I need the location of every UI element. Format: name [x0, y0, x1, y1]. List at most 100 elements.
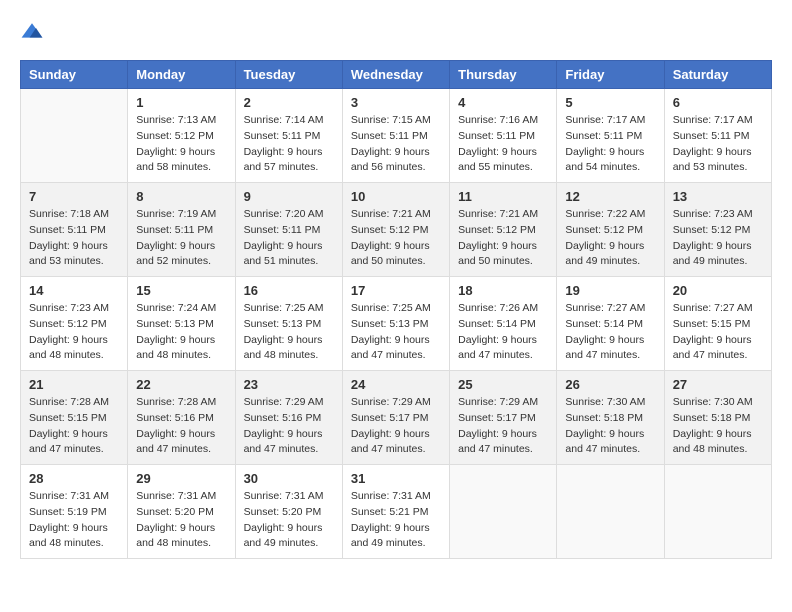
day-number: 5: [565, 95, 655, 110]
calendar-cell: 19 Sunrise: 7:27 AMSunset: 5:14 PMDaylig…: [557, 277, 664, 371]
day-number: 7: [29, 189, 119, 204]
day-number: 12: [565, 189, 655, 204]
day-number: 23: [244, 377, 334, 392]
day-number: 27: [673, 377, 763, 392]
calendar-week-row: 1 Sunrise: 7:13 AMSunset: 5:12 PMDayligh…: [21, 89, 772, 183]
day-number: 14: [29, 283, 119, 298]
calendar-cell: 9 Sunrise: 7:20 AMSunset: 5:11 PMDayligh…: [235, 183, 342, 277]
calendar-cell: 20 Sunrise: 7:27 AMSunset: 5:15 PMDaylig…: [664, 277, 771, 371]
day-number: 13: [673, 189, 763, 204]
header-sunday: Sunday: [21, 61, 128, 89]
calendar-week-row: 14 Sunrise: 7:23 AMSunset: 5:12 PMDaylig…: [21, 277, 772, 371]
day-info: Sunrise: 7:28 AMSunset: 5:16 PMDaylight:…: [136, 395, 226, 458]
day-info: Sunrise: 7:13 AMSunset: 5:12 PMDaylight:…: [136, 113, 226, 176]
calendar-cell: 10 Sunrise: 7:21 AMSunset: 5:12 PMDaylig…: [342, 183, 449, 277]
day-number: 28: [29, 471, 119, 486]
day-info: Sunrise: 7:30 AMSunset: 5:18 PMDaylight:…: [565, 395, 655, 458]
calendar-cell: 5 Sunrise: 7:17 AMSunset: 5:11 PMDayligh…: [557, 89, 664, 183]
day-info: Sunrise: 7:17 AMSunset: 5:11 PMDaylight:…: [565, 113, 655, 176]
calendar-cell: [21, 89, 128, 183]
day-number: 22: [136, 377, 226, 392]
logo-icon: [20, 20, 44, 44]
day-number: 9: [244, 189, 334, 204]
page-header: [20, 20, 772, 44]
calendar-header-row: SundayMondayTuesdayWednesdayThursdayFrid…: [21, 61, 772, 89]
header-saturday: Saturday: [664, 61, 771, 89]
day-number: 10: [351, 189, 441, 204]
day-info: Sunrise: 7:26 AMSunset: 5:14 PMDaylight:…: [458, 301, 548, 364]
calendar-week-row: 21 Sunrise: 7:28 AMSunset: 5:15 PMDaylig…: [21, 371, 772, 465]
day-number: 19: [565, 283, 655, 298]
day-info: Sunrise: 7:19 AMSunset: 5:11 PMDaylight:…: [136, 207, 226, 270]
calendar-cell: 8 Sunrise: 7:19 AMSunset: 5:11 PMDayligh…: [128, 183, 235, 277]
day-info: Sunrise: 7:29 AMSunset: 5:17 PMDaylight:…: [351, 395, 441, 458]
day-number: 3: [351, 95, 441, 110]
day-number: 8: [136, 189, 226, 204]
day-info: Sunrise: 7:22 AMSunset: 5:12 PMDaylight:…: [565, 207, 655, 270]
day-number: 25: [458, 377, 548, 392]
day-info: Sunrise: 7:14 AMSunset: 5:11 PMDaylight:…: [244, 113, 334, 176]
calendar-cell: 23 Sunrise: 7:29 AMSunset: 5:16 PMDaylig…: [235, 371, 342, 465]
day-info: Sunrise: 7:21 AMSunset: 5:12 PMDaylight:…: [458, 207, 548, 270]
calendar-cell: [664, 465, 771, 559]
day-info: Sunrise: 7:30 AMSunset: 5:18 PMDaylight:…: [673, 395, 763, 458]
day-info: Sunrise: 7:29 AMSunset: 5:16 PMDaylight:…: [244, 395, 334, 458]
calendar-cell: 24 Sunrise: 7:29 AMSunset: 5:17 PMDaylig…: [342, 371, 449, 465]
calendar-cell: 15 Sunrise: 7:24 AMSunset: 5:13 PMDaylig…: [128, 277, 235, 371]
day-number: 26: [565, 377, 655, 392]
calendar-cell: 11 Sunrise: 7:21 AMSunset: 5:12 PMDaylig…: [450, 183, 557, 277]
day-info: Sunrise: 7:24 AMSunset: 5:13 PMDaylight:…: [136, 301, 226, 364]
day-info: Sunrise: 7:27 AMSunset: 5:15 PMDaylight:…: [673, 301, 763, 364]
day-info: Sunrise: 7:31 AMSunset: 5:21 PMDaylight:…: [351, 489, 441, 552]
day-number: 24: [351, 377, 441, 392]
calendar-week-row: 7 Sunrise: 7:18 AMSunset: 5:11 PMDayligh…: [21, 183, 772, 277]
day-info: Sunrise: 7:27 AMSunset: 5:14 PMDaylight:…: [565, 301, 655, 364]
day-number: 6: [673, 95, 763, 110]
calendar-cell: 18 Sunrise: 7:26 AMSunset: 5:14 PMDaylig…: [450, 277, 557, 371]
day-number: 16: [244, 283, 334, 298]
day-number: 17: [351, 283, 441, 298]
calendar-cell: 17 Sunrise: 7:25 AMSunset: 5:13 PMDaylig…: [342, 277, 449, 371]
day-info: Sunrise: 7:18 AMSunset: 5:11 PMDaylight:…: [29, 207, 119, 270]
header-tuesday: Tuesday: [235, 61, 342, 89]
calendar-cell: 3 Sunrise: 7:15 AMSunset: 5:11 PMDayligh…: [342, 89, 449, 183]
day-info: Sunrise: 7:16 AMSunset: 5:11 PMDaylight:…: [458, 113, 548, 176]
day-info: Sunrise: 7:31 AMSunset: 5:20 PMDaylight:…: [244, 489, 334, 552]
day-info: Sunrise: 7:25 AMSunset: 5:13 PMDaylight:…: [244, 301, 334, 364]
day-number: 11: [458, 189, 548, 204]
calendar-cell: 12 Sunrise: 7:22 AMSunset: 5:12 PMDaylig…: [557, 183, 664, 277]
calendar-cell: 29 Sunrise: 7:31 AMSunset: 5:20 PMDaylig…: [128, 465, 235, 559]
day-number: 30: [244, 471, 334, 486]
calendar-cell: 21 Sunrise: 7:28 AMSunset: 5:15 PMDaylig…: [21, 371, 128, 465]
calendar-cell: 2 Sunrise: 7:14 AMSunset: 5:11 PMDayligh…: [235, 89, 342, 183]
day-info: Sunrise: 7:25 AMSunset: 5:13 PMDaylight:…: [351, 301, 441, 364]
calendar-cell: 22 Sunrise: 7:28 AMSunset: 5:16 PMDaylig…: [128, 371, 235, 465]
day-info: Sunrise: 7:29 AMSunset: 5:17 PMDaylight:…: [458, 395, 548, 458]
day-info: Sunrise: 7:28 AMSunset: 5:15 PMDaylight:…: [29, 395, 119, 458]
day-info: Sunrise: 7:31 AMSunset: 5:19 PMDaylight:…: [29, 489, 119, 552]
calendar-cell: 26 Sunrise: 7:30 AMSunset: 5:18 PMDaylig…: [557, 371, 664, 465]
day-info: Sunrise: 7:21 AMSunset: 5:12 PMDaylight:…: [351, 207, 441, 270]
day-number: 21: [29, 377, 119, 392]
calendar-cell: 14 Sunrise: 7:23 AMSunset: 5:12 PMDaylig…: [21, 277, 128, 371]
day-number: 20: [673, 283, 763, 298]
calendar-cell: 16 Sunrise: 7:25 AMSunset: 5:13 PMDaylig…: [235, 277, 342, 371]
calendar-cell: 1 Sunrise: 7:13 AMSunset: 5:12 PMDayligh…: [128, 89, 235, 183]
day-number: 29: [136, 471, 226, 486]
calendar-cell: [557, 465, 664, 559]
header-thursday: Thursday: [450, 61, 557, 89]
header-friday: Friday: [557, 61, 664, 89]
calendar-cell: 31 Sunrise: 7:31 AMSunset: 5:21 PMDaylig…: [342, 465, 449, 559]
day-number: 1: [136, 95, 226, 110]
day-number: 15: [136, 283, 226, 298]
calendar-table: SundayMondayTuesdayWednesdayThursdayFrid…: [20, 60, 772, 559]
day-info: Sunrise: 7:23 AMSunset: 5:12 PMDaylight:…: [673, 207, 763, 270]
calendar-cell: 30 Sunrise: 7:31 AMSunset: 5:20 PMDaylig…: [235, 465, 342, 559]
calendar-cell: 6 Sunrise: 7:17 AMSunset: 5:11 PMDayligh…: [664, 89, 771, 183]
day-info: Sunrise: 7:23 AMSunset: 5:12 PMDaylight:…: [29, 301, 119, 364]
logo: [20, 20, 48, 44]
day-info: Sunrise: 7:15 AMSunset: 5:11 PMDaylight:…: [351, 113, 441, 176]
day-number: 18: [458, 283, 548, 298]
calendar-cell: 28 Sunrise: 7:31 AMSunset: 5:19 PMDaylig…: [21, 465, 128, 559]
calendar-cell: 27 Sunrise: 7:30 AMSunset: 5:18 PMDaylig…: [664, 371, 771, 465]
